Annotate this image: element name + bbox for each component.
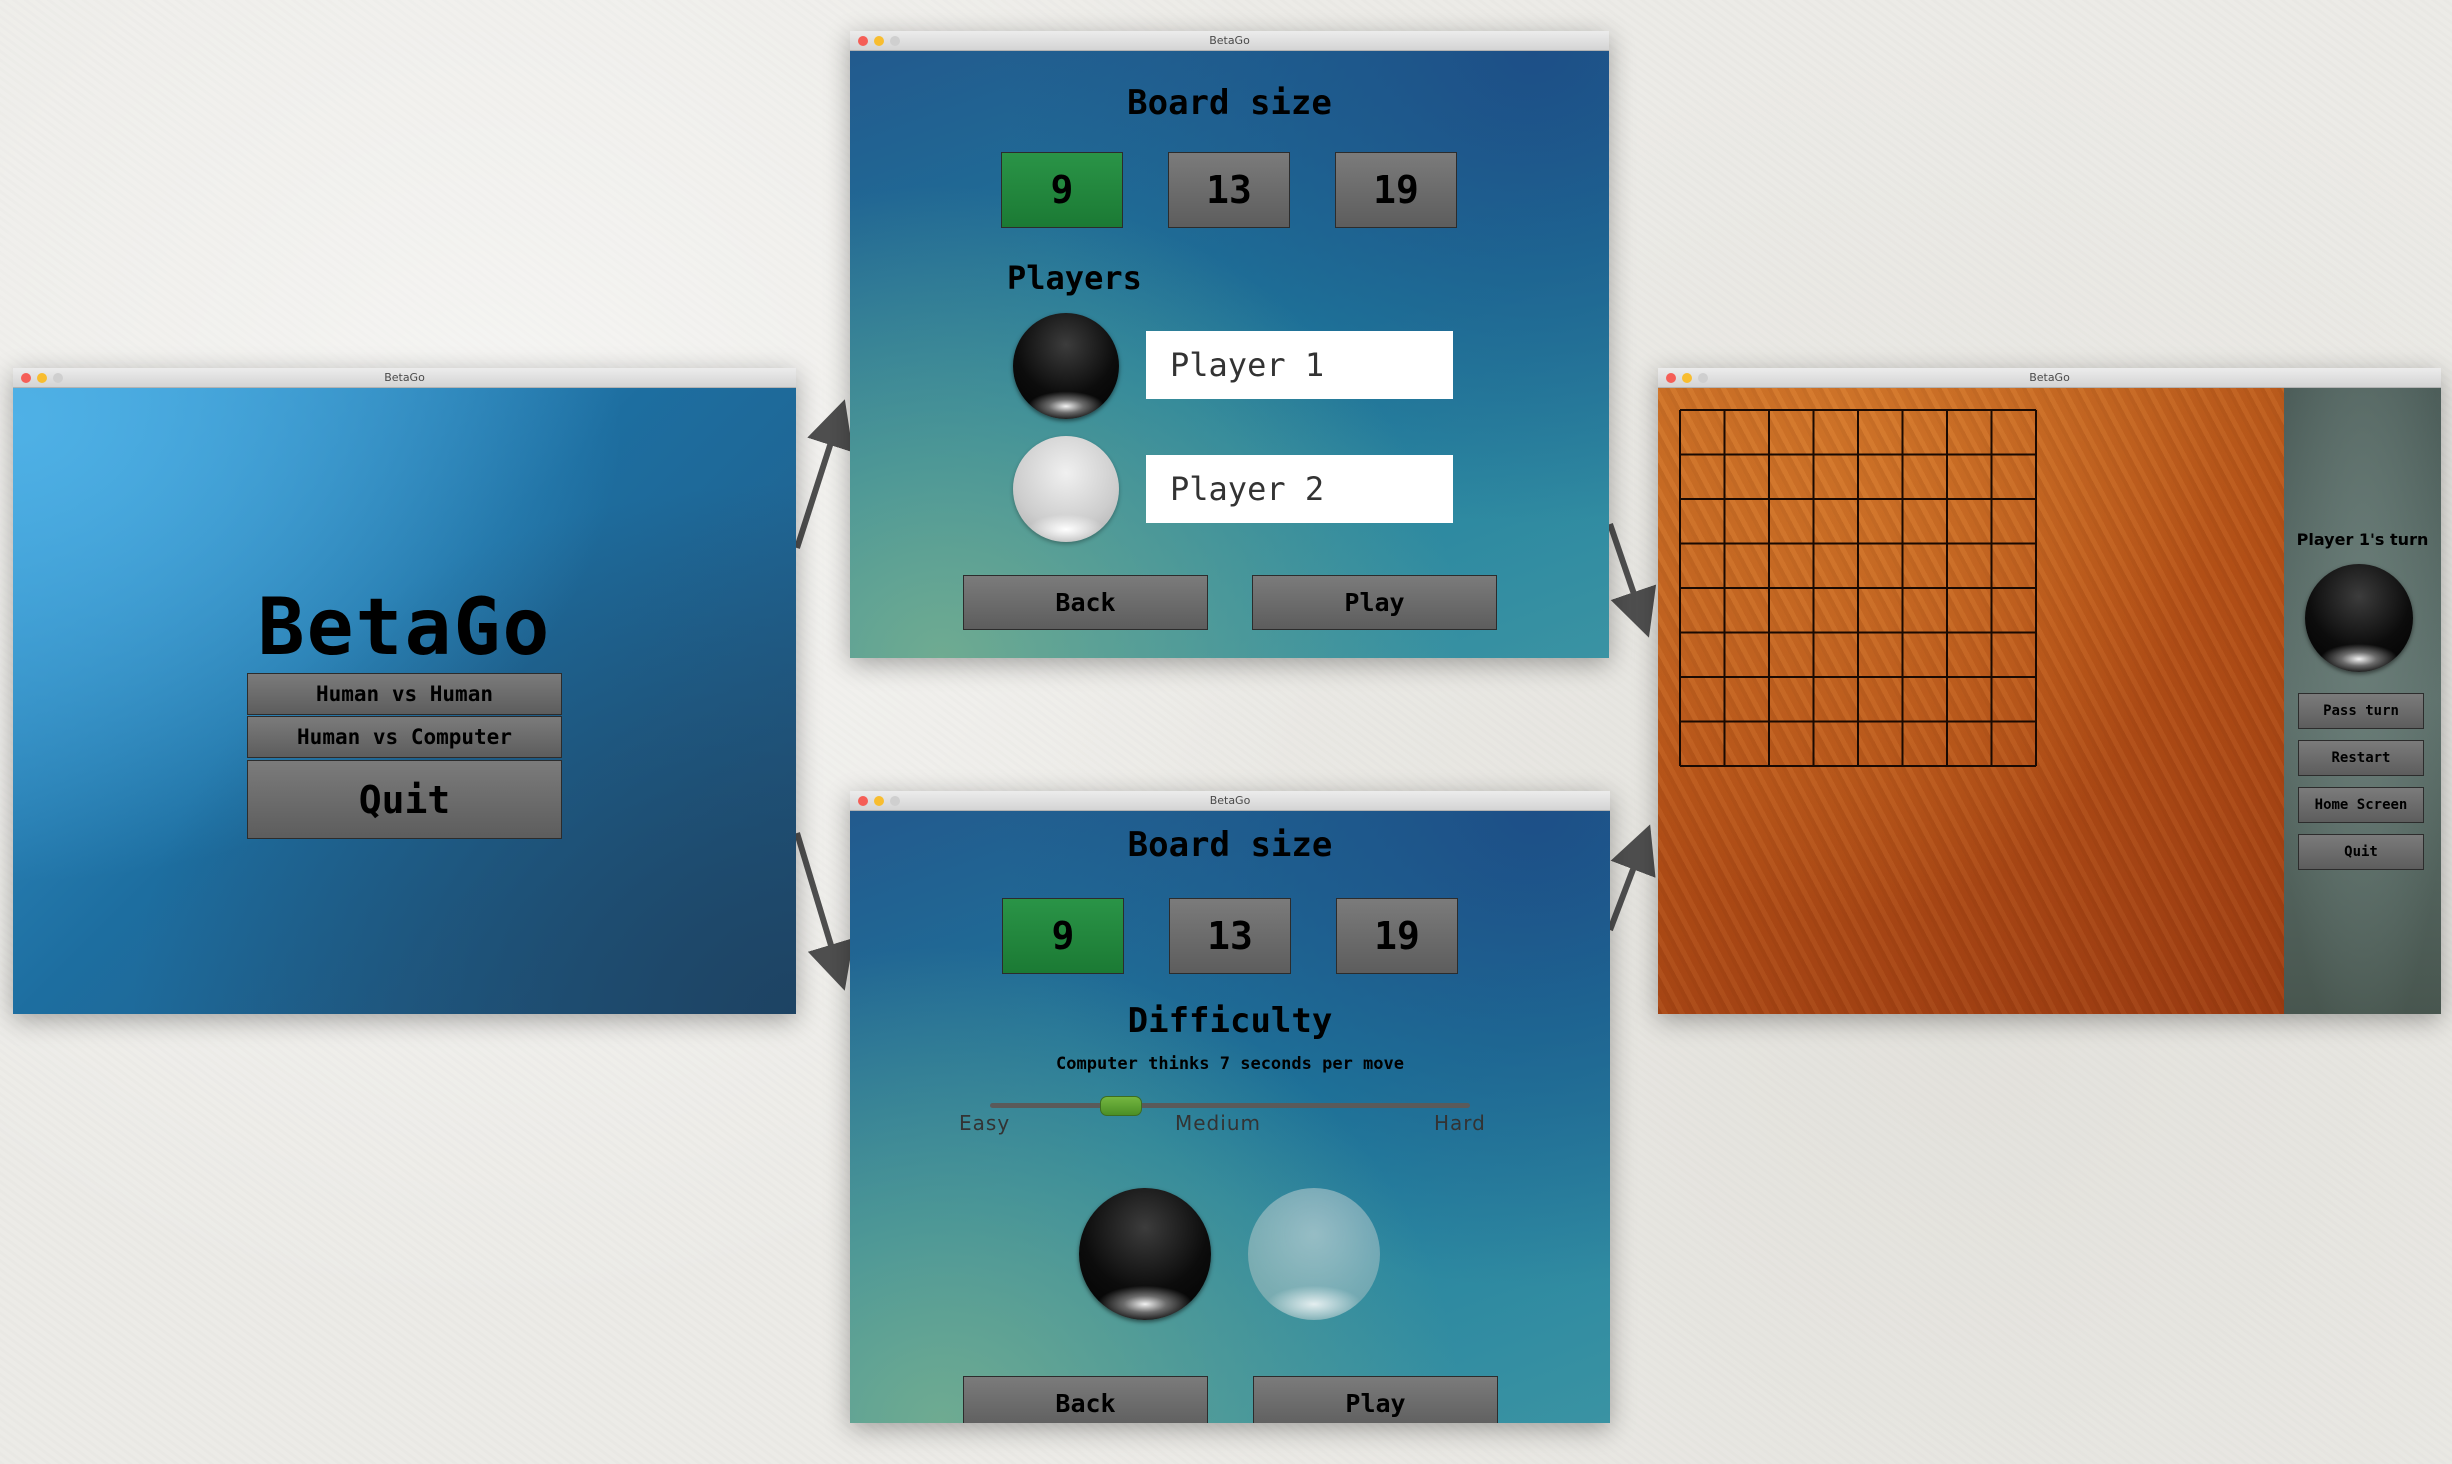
zoom-window-icon[interactable] <box>1698 373 1708 383</box>
board-size-9-button[interactable]: 9 <box>1002 898 1124 974</box>
close-window-icon[interactable] <box>858 36 868 46</box>
current-turn-stone-icon <box>2305 564 2413 672</box>
slider-label-hard: Hard <box>1434 1111 1486 1135</box>
board-size-heading: Board size <box>1127 83 1332 123</box>
back-button[interactable]: Back <box>963 1376 1208 1423</box>
restart-button[interactable]: Restart <box>2298 740 2424 776</box>
title-bar: BetaGo <box>13 368 796 388</box>
board-grid[interactable] <box>1658 388 2284 1014</box>
minimize-window-icon[interactable] <box>874 796 884 806</box>
white-stone-icon[interactable] <box>1248 1188 1380 1320</box>
arrow-hc-to-game <box>1607 824 1656 932</box>
game-window: BetaGo Player 1's turn Pass turn Restart… <box>1658 368 2441 1014</box>
white-stone-icon <box>1013 436 1119 542</box>
zoom-window-icon[interactable] <box>890 796 900 806</box>
window-controls <box>858 796 900 806</box>
home-screen-button[interactable]: Home Screen <box>2298 787 2424 823</box>
home-window: BetaGo BetaGo Human vs Human Human vs Co… <box>13 368 796 1014</box>
game-sidebar: Player 1's turn Pass turn Restart Home S… <box>2284 388 2441 1014</box>
black-stone-icon <box>1013 313 1119 419</box>
window-title: BetaGo <box>2029 371 2070 384</box>
human-vs-computer-setup-window: BetaGo Board size 9 13 19 Difficulty Com… <box>850 791 1610 1423</box>
window-controls <box>1666 373 1708 383</box>
player1-name-input[interactable] <box>1146 331 1453 399</box>
window-title: BetaGo <box>1209 34 1250 47</box>
window-controls <box>858 36 900 46</box>
arrow-home-to-hh <box>794 399 853 549</box>
board-size-19-button[interactable]: 19 <box>1335 152 1457 228</box>
difficulty-heading: Difficulty <box>1127 1001 1333 1041</box>
go-board[interactable] <box>1658 388 2284 1014</box>
hc-setup-screen: Board size 9 13 19 Difficulty Computer t… <box>850 811 1610 1423</box>
title-bar: BetaGo <box>850 791 1610 811</box>
minimize-window-icon[interactable] <box>37 373 47 383</box>
play-button[interactable]: Play <box>1253 1376 1498 1423</box>
play-button[interactable]: Play <box>1252 575 1497 630</box>
zoom-window-icon[interactable] <box>890 36 900 46</box>
players-heading: Players <box>1007 259 1142 297</box>
close-window-icon[interactable] <box>858 796 868 806</box>
human-vs-human-button[interactable]: Human vs Human <box>247 673 562 715</box>
player2-name-input[interactable] <box>1146 455 1453 523</box>
difficulty-slider-track[interactable] <box>990 1103 1470 1108</box>
board-size-19-button[interactable]: 19 <box>1336 898 1458 974</box>
difficulty-note: Computer thinks 7 seconds per move <box>1056 1054 1404 1074</box>
difficulty-slider-knob[interactable] <box>1099 1096 1142 1116</box>
human-vs-human-setup-window: BetaGo Board size 9 13 19 Players Back P… <box>850 31 1609 658</box>
app-logo: BetaGo <box>257 583 552 673</box>
board-size-13-button[interactable]: 13 <box>1169 898 1291 974</box>
home-screen: BetaGo Human vs Human Human vs Computer … <box>13 388 796 1014</box>
quit-button[interactable]: Quit <box>2298 834 2424 870</box>
hh-setup-screen: Board size 9 13 19 Players Back Play <box>850 51 1609 658</box>
board-size-heading: Board size <box>1127 825 1333 865</box>
human-vs-computer-button[interactable]: Human vs Computer <box>247 716 562 758</box>
pass-turn-button[interactable]: Pass turn <box>2298 693 2424 729</box>
black-stone-icon[interactable] <box>1079 1188 1211 1320</box>
minimize-window-icon[interactable] <box>1682 373 1692 383</box>
quit-button[interactable]: Quit <box>247 760 562 839</box>
slider-label-easy: Easy <box>959 1111 1011 1135</box>
close-window-icon[interactable] <box>21 373 31 383</box>
title-bar: BetaGo <box>1658 368 2441 388</box>
minimize-window-icon[interactable] <box>874 36 884 46</box>
window-controls <box>21 373 63 383</box>
board-size-13-button[interactable]: 13 <box>1168 152 1290 228</box>
window-title: BetaGo <box>1209 794 1251 807</box>
title-bar: BetaGo <box>850 31 1609 51</box>
zoom-window-icon[interactable] <box>53 373 63 383</box>
board-size-9-button[interactable]: 9 <box>1001 152 1123 228</box>
back-button[interactable]: Back <box>963 575 1208 630</box>
slider-label-medium: Medium <box>1175 1111 1261 1135</box>
arrow-home-to-hc <box>794 832 854 991</box>
game-screen: Player 1's turn Pass turn Restart Home S… <box>1658 388 2441 1014</box>
turn-indicator: Player 1's turn <box>2296 530 2429 549</box>
arrow-hh-to-game <box>1607 523 1657 638</box>
close-window-icon[interactable] <box>1666 373 1676 383</box>
window-title: BetaGo <box>384 371 425 384</box>
